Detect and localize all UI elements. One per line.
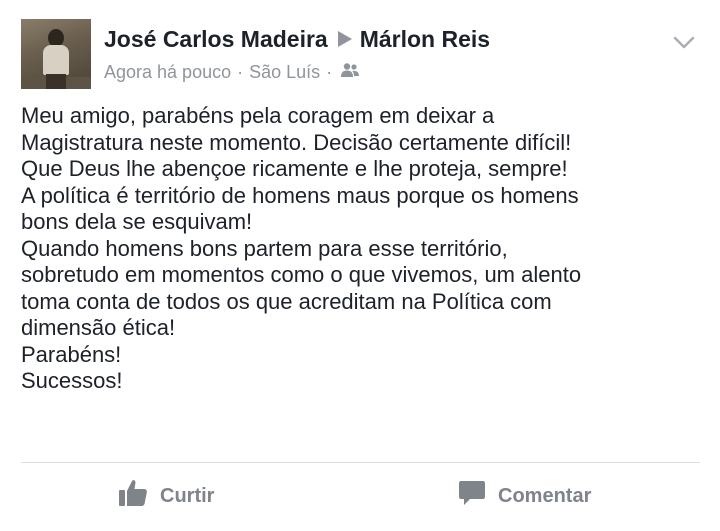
post-body-line: Que Deus lhe abençoe ricamente e lhe pro… (21, 156, 568, 181)
post-time[interactable]: Agora há pouco (104, 62, 231, 83)
comment-icon (458, 480, 486, 512)
thumbs-up-icon (118, 479, 148, 513)
post-location[interactable]: São Luís (249, 62, 320, 83)
post-meta: Agora há pouco · São Luís · (104, 60, 360, 84)
like-button[interactable]: Curtir (118, 478, 214, 514)
recipient-name[interactable]: Márlon Reis (360, 26, 490, 53)
comment-label: Comentar (498, 484, 592, 507)
like-label: Curtir (160, 484, 215, 507)
avatar[interactable] (21, 19, 91, 89)
post-body-line: toma conta de todos os que acreditam na … (21, 288, 552, 314)
right-arrow-icon (337, 31, 352, 47)
feed-post: José Carlos Madeira Márlon Reis Agora há… (0, 0, 720, 531)
post-body-line: bons dela se esquivam! (21, 209, 253, 234)
post-body-line: A política é território de homens maus p… (21, 182, 579, 208)
friends-icon[interactable] (340, 62, 360, 83)
chevron-down-icon[interactable] (672, 30, 696, 54)
comment-button[interactable]: Comentar (458, 478, 591, 514)
post-body-line: Parabéns! (21, 341, 122, 367)
post-body: Meu amigo, parabéns pela coragem em deix… (21, 103, 711, 395)
meta-separator: · (237, 61, 244, 82)
avatar-figure-body (43, 45, 69, 75)
post-header: José Carlos Madeira Márlon Reis (104, 24, 490, 54)
post-body-line: Magistratura neste momento. Decisão cert… (21, 129, 572, 155)
avatar-figure-legs (46, 74, 66, 89)
actions-divider (21, 462, 700, 463)
post-body-line: Quando homens bons partem para esse terr… (21, 235, 508, 261)
post-body-line: dimensão ética! (21, 315, 176, 340)
author-name[interactable]: José Carlos Madeira (104, 26, 328, 53)
post-body-line: Sucessos! (21, 368, 123, 393)
post-body-line: sobretudo em momentos como o que vivemos… (21, 262, 582, 287)
post-body-line: Meu amigo, parabéns pela coragem em deix… (21, 103, 495, 128)
meta-separator: · (326, 61, 333, 82)
